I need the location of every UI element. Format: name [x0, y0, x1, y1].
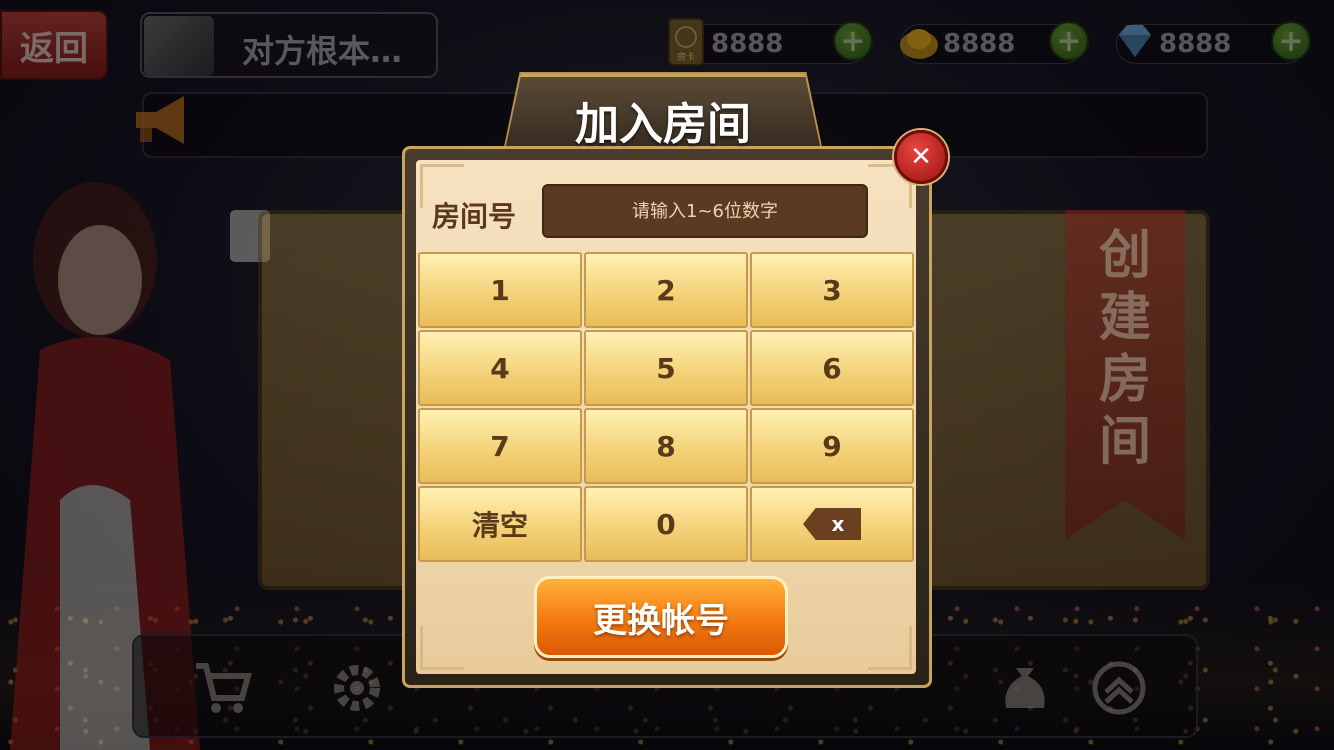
close-icon: ✕ [910, 142, 932, 172]
corner-ornament [868, 626, 912, 670]
key-2[interactable]: 2 [584, 252, 748, 328]
key-8[interactable]: 8 [584, 408, 748, 484]
key-0[interactable]: 0 [584, 486, 748, 562]
backspace-key[interactable]: x [750, 486, 914, 562]
room-number-input[interactable] [542, 184, 868, 238]
number-keypad: 1 2 3 4 5 6 7 8 9 清空 0 x [418, 252, 914, 564]
key-1[interactable]: 1 [418, 252, 582, 328]
key-3[interactable]: 3 [750, 252, 914, 328]
key-6[interactable]: 6 [750, 330, 914, 406]
corner-ornament [420, 626, 464, 670]
dialog-title: 加入房间 [575, 99, 751, 150]
key-7[interactable]: 7 [418, 408, 582, 484]
room-number-label: 房间号 [432, 200, 517, 233]
key-5[interactable]: 5 [584, 330, 748, 406]
backspace-icon: x [803, 508, 861, 540]
close-button[interactable]: ✕ [894, 130, 948, 184]
clear-key[interactable]: 清空 [418, 486, 582, 562]
switch-account-button[interactable]: 更换帐号 [534, 576, 788, 658]
key-9[interactable]: 9 [750, 408, 914, 484]
key-4[interactable]: 4 [418, 330, 582, 406]
